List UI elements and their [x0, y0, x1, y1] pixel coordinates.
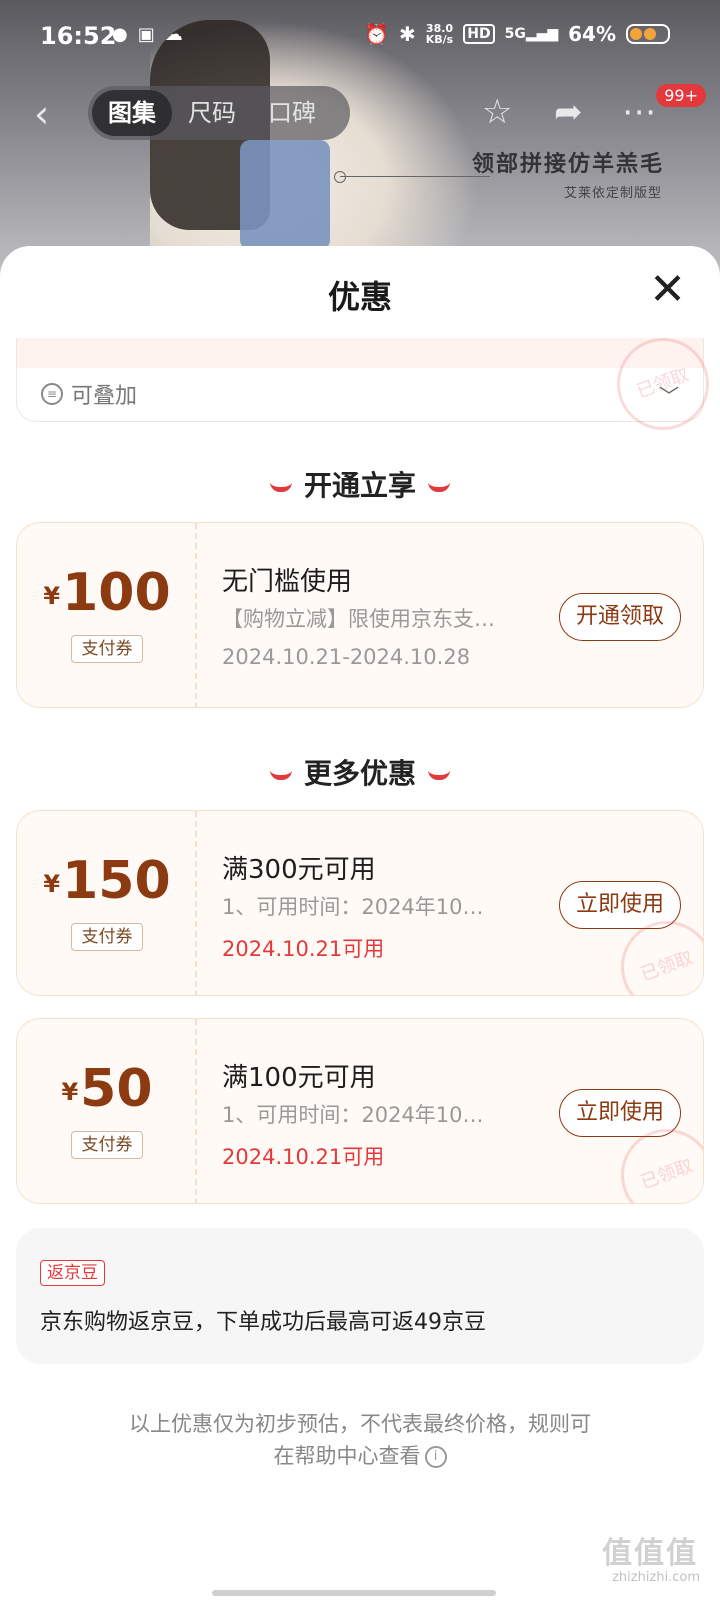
coupon-date: 2024.10.21可用: [222, 1145, 385, 1169]
smile-decoration-icon: [428, 482, 450, 492]
previous-coupon-strip: 已领取: [17, 325, 720, 443]
coupon-title: 满300元可用: [222, 855, 376, 885]
tab-gallery[interactable]: 图集: [92, 90, 172, 136]
coupon-card: ¥100 支付券 无门槛使用 【购物立减】限使用京东支… 2024.10.21-…: [16, 522, 704, 708]
smile-decoration-icon: [269, 770, 292, 780]
hd-icon: HD: [463, 24, 495, 44]
alarm-icon: ⏰: [364, 22, 389, 46]
coupon-value-area: ¥150 支付券: [17, 811, 197, 995]
battery-percent: 64%: [568, 22, 616, 46]
coupon-date: 2024.10.21-2024.10.28: [222, 645, 471, 669]
back-icon[interactable]: ‹: [34, 92, 49, 136]
jd-bean-text: 京东购物返京豆，下单成功后最高可返49京豆: [40, 1310, 486, 1335]
network-speed-unit: KB/s: [425, 33, 454, 46]
status-bar: 16:52 ● ▣ ☁ ⏰ ✱ 38.0 KB/s HD 5G▂▄▆ 64%: [0, 0, 720, 76]
stackable-label: 可叠加: [71, 384, 138, 409]
home-indicator[interactable]: [212, 1590, 496, 1596]
share-icon[interactable]: ➦: [554, 92, 583, 132]
coupon-amount-value: 50: [80, 1059, 153, 1119]
coupon-amount: ¥50: [17, 1059, 197, 1119]
product-model-collar: [240, 140, 330, 250]
tab-size[interactable]: 尺码: [172, 90, 252, 136]
battery-icon: [626, 24, 670, 44]
coupon-amount: ¥150: [17, 851, 197, 911]
discount-sheet: 优惠 ✕ 已领取 ≡ 可叠加 ﹀ 开通立享 ¥100 支付券 无门槛使用 【购物…: [0, 246, 720, 1600]
section-open-title: 开通立享: [303, 469, 416, 502]
signal-icon: 5G▂▄▆: [504, 26, 559, 42]
coupon-date: 2024.10.21可用: [222, 937, 385, 961]
coupon-amount: ¥100: [17, 563, 197, 623]
product-banner-title: 领部拼接仿羊羔毛: [471, 152, 664, 177]
stack-icon: ≡: [41, 383, 63, 405]
stackable-row[interactable]: ≡ 可叠加: [41, 378, 137, 410]
gallery-tabs: 图集 尺码 口碑: [88, 86, 350, 140]
open-claim-button[interactable]: 开通领取: [558, 593, 681, 641]
message-badge: 99+: [656, 84, 706, 107]
tab-reviews[interactable]: 口碑: [252, 90, 332, 136]
product-banner-subtitle: 艾莱依定制版型: [563, 186, 662, 201]
coupon-description: 1、可用时间：2024年10…: [222, 895, 484, 919]
coupon-value-area: ¥50 支付券: [17, 1019, 197, 1203]
promo-pointer-dot: [334, 171, 346, 183]
section-more-title: 更多优惠: [303, 757, 416, 790]
disclaimer-line-2-text: 在帮助中心查看: [273, 1444, 421, 1468]
promo-pointer-line: [340, 176, 490, 177]
section-open-header: 开通立享: [0, 464, 720, 504]
close-icon[interactable]: ✕: [649, 268, 686, 312]
coupon-card: ¥50 支付券 满100元可用 1、可用时间：2024年10… 2024.10.…: [16, 1018, 704, 1204]
message-icon: ●: [112, 24, 128, 45]
watermark-logo: 值值值: [602, 1536, 698, 1571]
more-icon[interactable]: ⋯: [622, 92, 656, 132]
disclaimer: 以上优惠仅为初步预估，不代表最终价格，规则可 在帮助中心查看 i: [0, 1408, 720, 1472]
coupon-type-tag: 支付券: [71, 1131, 143, 1159]
currency-symbol: ¥: [43, 870, 61, 898]
favorite-star-icon[interactable]: ☆: [482, 92, 512, 132]
coupon-type-tag: 支付券: [71, 923, 143, 951]
watermark-url: zhizhizhi.com: [612, 1570, 700, 1585]
coupon-amount-value: 100: [62, 563, 171, 623]
coupon-type-tag: 支付券: [71, 635, 143, 663]
network-type: 5G: [504, 26, 526, 42]
disclaimer-line-1: 以上优惠仅为初步预估，不代表最终价格，规则可: [129, 1412, 591, 1436]
coupon-amount-value: 150: [62, 851, 171, 911]
network-speed: 38.0 KB/s: [426, 23, 453, 45]
app-notification-icon: ▣: [137, 24, 155, 45]
coupon-title: 无门槛使用: [222, 567, 353, 597]
coupon-card: ¥150 支付券 满300元可用 1、可用时间：2024年10… 2024.10…: [16, 810, 704, 996]
disclaimer-line-2: 在帮助中心查看 i: [0, 1440, 720, 1472]
coupon-description: 1、可用时间：2024年10…: [222, 1103, 484, 1127]
coupon-title: 满100元可用: [222, 1063, 376, 1093]
coupon-value-area: ¥100 支付券: [17, 523, 197, 707]
jd-bean-tag: 返京豆: [40, 1260, 105, 1286]
previous-coupon-card: 已领取 ≡ 可叠加 ﹀: [16, 325, 720, 443]
bluetooth-icon: ✱: [398, 22, 416, 46]
smile-decoration-icon: [269, 482, 292, 492]
info-icon[interactable]: i: [424, 1446, 447, 1468]
chevron-down-icon[interactable]: ﹀: [659, 380, 679, 409]
section-more-header: 更多优惠: [0, 752, 720, 792]
currency-symbol: ¥: [61, 1078, 79, 1106]
sheet-title: 优惠: [327, 278, 392, 316]
status-right-icons: ⏰ ✱ 38.0 KB/s HD 5G▂▄▆ 64%: [364, 22, 670, 46]
coupon-description: 【购物立减】限使用京东支…: [222, 607, 495, 631]
jd-bean-card: 返京豆 京东购物返京豆，下单成功后最高可返49京豆: [16, 1228, 704, 1364]
status-time: 16:52: [40, 22, 117, 50]
smile-decoration-icon: [428, 770, 450, 780]
notification-icons: ● ▣ ☁: [112, 24, 183, 45]
wechat-icon: ☁: [164, 24, 183, 45]
currency-symbol: ¥: [43, 582, 61, 610]
